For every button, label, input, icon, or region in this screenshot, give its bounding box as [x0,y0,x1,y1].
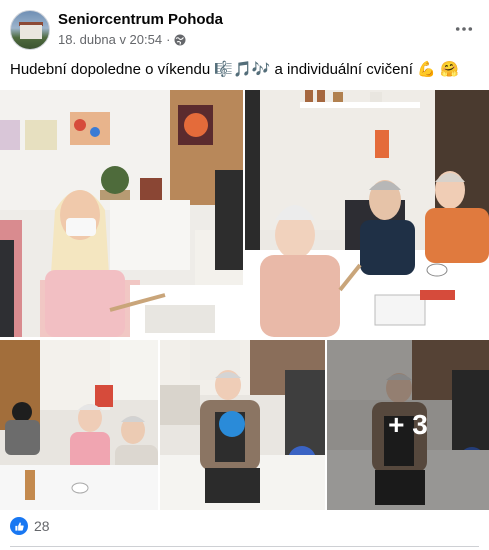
divider [10,546,479,547]
post-timestamp[interactable]: 18. dubna v 20:54 [58,32,162,47]
reactions-summary[interactable]: 28 [10,516,50,536]
page-name[interactable]: Seniorcentrum Pohoda [58,11,223,28]
gallery-photo-1[interactable] [0,90,243,337]
gallery-photo-4[interactable] [160,340,325,510]
reaction-count: 28 [34,518,50,534]
post-text: Hudební dopoledne o víkendu 🎼🎵🎶 a indivi… [10,61,459,78]
more-photos-overlay[interactable]: + 3 [327,340,489,510]
gallery-photo-5-more[interactable]: + 3 [327,340,489,510]
gallery-photo-2[interactable] [245,90,489,337]
post-meta: 18. dubna v 20:54 · [58,32,186,47]
globe-icon [174,34,186,46]
thumbs-up-icon [10,517,28,535]
photo-seniors-at-table [0,340,158,510]
ellipsis-icon [455,27,473,31]
photo-gallery: + 3 [0,90,489,510]
meta-separator: · [166,32,171,47]
gallery-photo-3[interactable] [0,340,158,510]
photo-woman-with-ball [160,340,325,510]
page-avatar[interactable] [10,10,50,50]
post-header: Seniorcentrum Pohoda 18. dubna v 20:54 · [0,0,489,56]
photo-woman-in-mask [0,90,243,337]
more-options-button[interactable] [449,14,479,44]
photo-seniors-percussion [245,90,489,337]
